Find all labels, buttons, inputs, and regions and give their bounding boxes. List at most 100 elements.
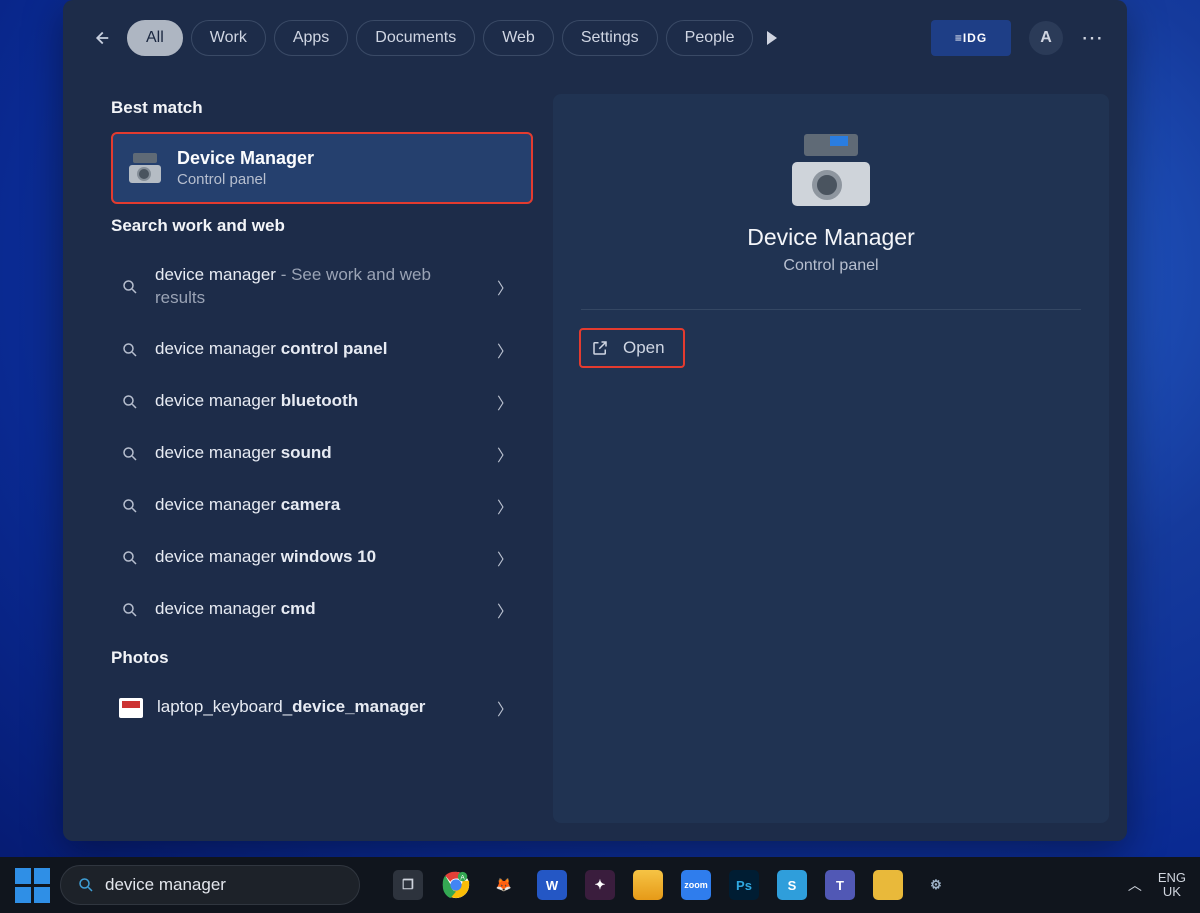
results-column: Best match Device Manager Control panel … (63, 76, 543, 841)
suggestion-item[interactable]: device manager camera 〉 (111, 480, 533, 532)
teams-icon[interactable]: T (818, 863, 862, 907)
sticky-notes-icon[interactable] (866, 863, 910, 907)
app-glyph: zoom (681, 870, 711, 900)
taskbar-search-input[interactable] (105, 875, 343, 895)
gimp-icon[interactable]: 🦊 (482, 863, 526, 907)
start-button[interactable] (10, 863, 54, 907)
search-icon (119, 601, 141, 619)
filter-documents[interactable]: Documents (356, 20, 475, 56)
search-panel: All Work Apps Documents Web Settings Peo… (63, 0, 1127, 841)
search-icon (119, 278, 141, 296)
app-glyph: S (777, 870, 807, 900)
task-view-icon[interactable]: ❐ (386, 863, 430, 907)
suggestion-list: device manager - See work and web result… (111, 250, 543, 636)
word-icon[interactable]: W (530, 863, 574, 907)
preview-subtitle: Control panel (783, 257, 878, 275)
svg-text:A: A (460, 874, 465, 881)
suggestion-text: device manager - See work and web result… (155, 264, 483, 310)
app-glyph: ⚙ (921, 870, 951, 900)
app-glyph: Ps (729, 870, 759, 900)
filter-people[interactable]: People (666, 20, 754, 56)
photo-thumb-icon (119, 698, 143, 718)
best-match-title: Device Manager (177, 148, 314, 169)
more-filters-arrow-icon[interactable] (767, 31, 777, 45)
slack-icon[interactable]: ✦ (578, 863, 622, 907)
chrome-icon[interactable]: A (434, 863, 478, 907)
filter-web[interactable]: Web (483, 20, 554, 56)
chevron-right-icon: 〉 (497, 546, 513, 570)
suggestion-text: device manager windows 10 (155, 546, 483, 569)
filter-apps[interactable]: Apps (274, 20, 348, 56)
app-glyph: T (825, 870, 855, 900)
preview-pane: Device Manager Control panel Open (553, 94, 1109, 823)
suggestion-text: device manager camera (155, 494, 483, 517)
taskbar-pinned-apps: ❐ A 🦊 W ✦ zoom Ps ST ⚙ (386, 863, 958, 907)
app-glyph: ❐ (393, 870, 423, 900)
user-avatar[interactable]: A (1029, 21, 1063, 55)
best-match-subtitle: Control panel (177, 171, 314, 188)
search-header: All Work Apps Documents Web Settings Peo… (63, 0, 1127, 76)
search-icon (119, 341, 141, 359)
lang-line2: UK (1158, 885, 1186, 899)
suggestion-text: device manager sound (155, 442, 483, 465)
photo-list: laptop_keyboard_device_manager 〉 (111, 682, 543, 734)
filter-work[interactable]: Work (191, 20, 266, 56)
app-glyph (873, 870, 903, 900)
chevron-right-icon: 〉 (497, 598, 513, 622)
taskbar: ❐ A 🦊 W ✦ zoom Ps ST ⚙ ︿ ENG UK (0, 857, 1200, 913)
suggestion-item[interactable]: device manager bluetooth〉 (111, 376, 533, 428)
windows-logo-icon (15, 868, 50, 903)
taskbar-search[interactable] (60, 865, 360, 905)
suggestion-item[interactable]: device manager - See work and web result… (111, 250, 533, 324)
photoshop-icon[interactable]: Ps (722, 863, 766, 907)
chevron-right-icon: 〉 (497, 494, 513, 518)
chrome-glyph: A (441, 870, 471, 900)
lang-line1: ENG (1158, 871, 1186, 885)
suggestion-item[interactable]: device manager cmd 〉 (111, 584, 533, 636)
suggestion-text: device manager cmd (155, 598, 483, 621)
app-glyph: W (537, 870, 567, 900)
open-label: Open (623, 338, 665, 358)
open-button[interactable]: Open (579, 328, 685, 368)
preview-title: Device Manager (747, 224, 914, 251)
org-label: ≡IDG (955, 31, 987, 45)
filter-all[interactable]: All (127, 20, 183, 56)
file-explorer-icon[interactable] (626, 863, 670, 907)
language-indicator[interactable]: ENG UK (1158, 871, 1186, 900)
app-glyph: ✦ (585, 870, 615, 900)
device-manager-icon (127, 153, 163, 183)
search-icon (119, 497, 141, 515)
org-badge[interactable]: ≡IDG (931, 20, 1011, 56)
section-photos: Photos (111, 648, 543, 668)
chevron-right-icon: 〉 (497, 338, 513, 362)
search-body: Best match Device Manager Control panel … (63, 76, 1127, 841)
search-icon (77, 876, 95, 894)
more-options-button[interactable]: ⋯ (1075, 25, 1109, 51)
suggestion-item[interactable]: device manager windows 10 〉 (111, 532, 533, 584)
chevron-right-icon: 〉 (497, 696, 513, 720)
suggestion-item[interactable]: device manager control panel 〉 (111, 324, 533, 376)
chevron-right-icon: 〉 (497, 390, 513, 414)
suggestion-text: device manager control panel (155, 338, 483, 361)
settings-icon[interactable]: ⚙ (914, 863, 958, 907)
section-search-work-web: Search work and web (111, 216, 543, 236)
zoom-icon[interactable]: zoom (674, 863, 718, 907)
preview-app-icon (786, 134, 876, 206)
photo-text: laptop_keyboard_device_manager (157, 696, 483, 719)
chevron-right-icon: 〉 (497, 442, 513, 466)
open-external-icon (591, 339, 609, 357)
folder-glyph (633, 870, 663, 900)
tray-overflow-button[interactable]: ︿ (1122, 869, 1148, 901)
snagit-icon[interactable]: S (770, 863, 814, 907)
search-icon (119, 549, 141, 567)
best-match-result[interactable]: Device Manager Control panel (111, 132, 533, 204)
search-icon (119, 393, 141, 411)
photo-item[interactable]: laptop_keyboard_device_manager 〉 (111, 682, 533, 734)
back-button[interactable] (81, 19, 119, 57)
suggestion-item[interactable]: device manager sound 〉 (111, 428, 533, 480)
section-best-match: Best match (111, 98, 543, 118)
preview-divider (581, 309, 1081, 310)
search-icon (119, 445, 141, 463)
filter-settings[interactable]: Settings (562, 20, 658, 56)
chevron-right-icon: 〉 (497, 275, 513, 299)
